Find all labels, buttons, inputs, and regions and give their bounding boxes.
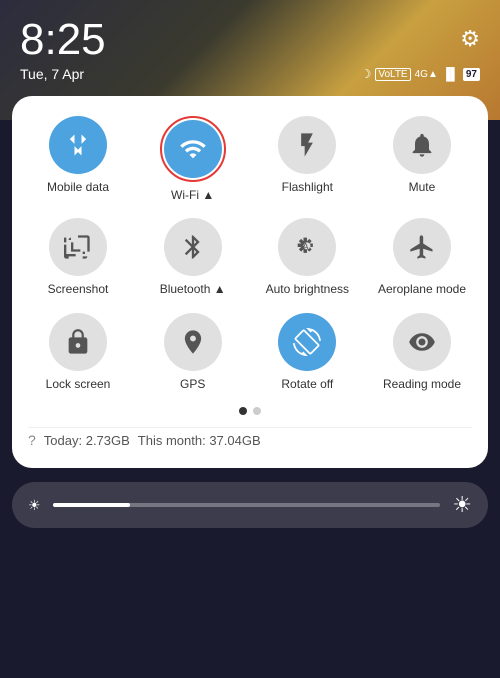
dot-1 xyxy=(239,407,247,415)
rotate-off-icon xyxy=(278,313,336,371)
tile-reading-mode[interactable]: Reading mode xyxy=(372,313,472,391)
screenshot-label: Screenshot xyxy=(48,282,109,296)
data-usage-icon: ? xyxy=(28,432,36,448)
status-bar: 8:25 ⚙ xyxy=(0,0,500,66)
lock-screen-icon xyxy=(49,313,107,371)
rotate-off-label: Rotate off xyxy=(281,377,333,391)
brightness-low-icon: ☀ xyxy=(28,497,41,514)
mobile-data-label: Mobile data xyxy=(47,180,109,194)
flashlight-label: Flashlight xyxy=(282,180,333,194)
status-icons-group: ☽ VoLTE 4G▲ ▐▌ 97 xyxy=(361,67,480,81)
month-usage: This month: 37.04GB xyxy=(138,433,261,448)
wifi-highlight-border xyxy=(160,116,226,182)
gps-label: GPS xyxy=(180,377,205,391)
reading-mode-label: Reading mode xyxy=(383,377,461,391)
wifi-icon xyxy=(164,120,222,178)
clock-time: 8:25 xyxy=(20,18,106,62)
tile-bluetooth[interactable]: Bluetooth ▲ xyxy=(143,218,243,296)
aeroplane-label: Aeroplane mode xyxy=(378,282,466,296)
settings-icon[interactable]: ⚙ xyxy=(460,26,480,52)
mobile-data-icon xyxy=(49,116,107,174)
gps-icon xyxy=(164,313,222,371)
tile-row-2: Screenshot Bluetooth ▲ A Auto brightness xyxy=(28,218,472,296)
tile-flashlight[interactable]: Flashlight xyxy=(257,116,357,202)
auto-brightness-icon: A xyxy=(278,218,336,276)
tile-row-1: Mobile data Wi-Fi ▲ Flashlight xyxy=(28,116,472,202)
lock-screen-label: Lock screen xyxy=(46,377,111,391)
brightness-high-icon: ☀ xyxy=(452,492,472,518)
tile-mute[interactable]: Mute xyxy=(372,116,472,202)
svg-text:A: A xyxy=(303,242,310,252)
aeroplane-icon xyxy=(393,218,451,276)
bluetooth-icon xyxy=(164,218,222,276)
wifi-status-icon: ▐▌ xyxy=(442,67,459,81)
dot-2 xyxy=(253,407,261,415)
tile-rotate-off[interactable]: Rotate off xyxy=(257,313,357,391)
tile-row-3: Lock screen GPS Rotate off xyxy=(28,313,472,391)
mute-label: Mute xyxy=(409,180,436,194)
date-display: Tue, 7 Apr xyxy=(20,66,84,82)
auto-brightness-label: Auto brightness xyxy=(266,282,349,296)
brightness-track[interactable] xyxy=(53,503,441,507)
volte-icon: VoLTE xyxy=(375,68,410,81)
bluetooth-label: Bluetooth ▲ xyxy=(160,282,226,296)
tile-gps[interactable]: GPS xyxy=(143,313,243,391)
tile-screenshot[interactable]: Screenshot xyxy=(28,218,128,296)
tile-auto-brightness[interactable]: A Auto brightness xyxy=(257,218,357,296)
tile-wifi[interactable]: Wi-Fi ▲ xyxy=(143,116,243,202)
signal-icon: 4G▲ xyxy=(415,69,438,80)
brightness-control[interactable]: ☀ ☀ xyxy=(12,482,488,528)
tile-lock-screen[interactable]: Lock screen xyxy=(28,313,128,391)
status-bar-bottom: Tue, 7 Apr ☽ VoLTE 4G▲ ▐▌ 97 xyxy=(0,66,500,90)
data-usage-row: ? Today: 2.73GB This month: 37.04GB xyxy=(28,427,472,452)
brightness-fill xyxy=(53,503,131,507)
moon-icon: ☽ xyxy=(361,67,372,81)
tile-mobile-data[interactable]: Mobile data xyxy=(28,116,128,202)
today-usage: Today: 2.73GB xyxy=(44,433,130,448)
tile-aeroplane[interactable]: Aeroplane mode xyxy=(372,218,472,296)
battery-icon: 97 xyxy=(463,68,480,81)
reading-mode-icon xyxy=(393,313,451,371)
wifi-label: Wi-Fi ▲ xyxy=(171,188,214,202)
mute-icon xyxy=(393,116,451,174)
quick-settings-panel: Mobile data Wi-Fi ▲ Flashlight xyxy=(12,96,488,468)
page-dots xyxy=(28,407,472,415)
flashlight-icon xyxy=(278,116,336,174)
screenshot-icon xyxy=(49,218,107,276)
